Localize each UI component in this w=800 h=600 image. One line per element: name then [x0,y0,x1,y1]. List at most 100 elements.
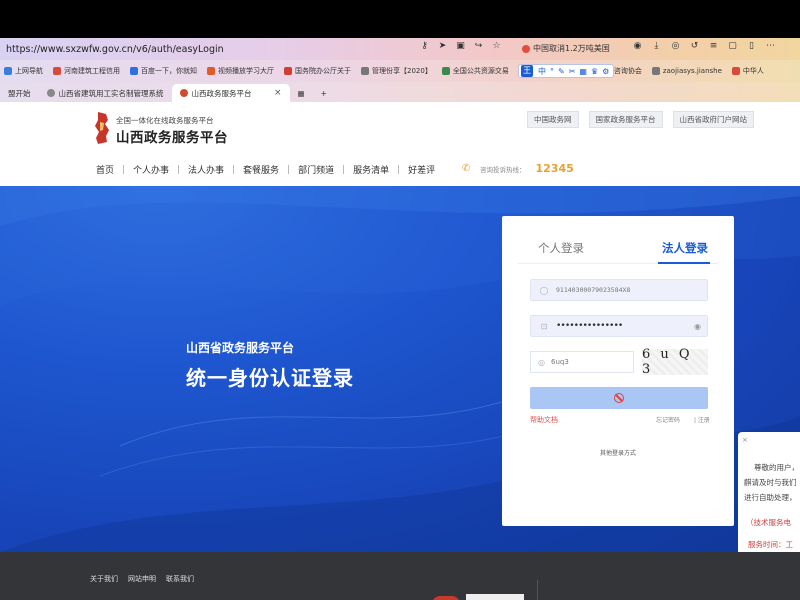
gov-seal-icon[interactable] [432,596,460,600]
ime-settings-icon[interactable]: ⚙ [602,67,609,76]
nav-packages[interactable]: 套餐服务 [243,163,279,176]
link-china-gov[interactable]: 中国政务网 [527,111,579,128]
ime-lang-toggle[interactable]: 中 [538,66,546,77]
login-card: 个人登录 法人登录 ◯ 91140300079023584X8 ⊡ ••••••… [502,216,734,526]
bookmark-label: 管理份享【2020】 [372,67,432,75]
profile-icon[interactable]: ◎ [670,41,681,52]
bookmark-item[interactable]: 国务院办公厅关于 [284,66,351,76]
tab-corporate-login[interactable]: 法人登录 [662,240,708,256]
ime-keyboard-icon[interactable]: ▦ [579,67,587,76]
tab-construction-system[interactable]: 山西省建筑用工实名制管理系统 [39,84,172,102]
globe-icon [46,89,55,97]
screenshot-icon[interactable]: ▣ [456,41,465,51]
nav-divider [288,165,290,174]
main-nav: 首页 个人办事 法人办事 套餐服务 部门频道 服务清单 好差评 [96,163,435,176]
site-subtitle: 全国一体化在线政务服务平台 [116,116,214,125]
window-icon[interactable]: ▢ [727,41,738,52]
bookmark-item[interactable]: 全国公共资源交易 [441,66,509,76]
link-national-platform[interactable]: 国家政务服务平台 [588,111,663,128]
bookmark-item[interactable]: 上网导航 [4,66,43,76]
captcha-input[interactable]: ◎ 6uq3 [530,351,634,373]
menu-icon[interactable]: ≡ [708,41,719,52]
nav-feedback[interactable]: 好差评 [408,163,435,176]
bookmark-item[interactable]: 中华人 [731,66,764,76]
bookmark-item[interactable]: 视频播放学习大厅 [207,66,274,76]
help-doc-link[interactable]: 帮助文档 [530,415,558,425]
login-button[interactable] [530,387,708,409]
tab-group-icon[interactable]: ▦ [290,84,313,102]
phone-icon[interactable]: ▯ [746,41,757,52]
hotline: ✆ 咨询投诉热线： 12345 [462,162,574,175]
key-icon[interactable]: ⚷ [420,41,429,51]
tab-label: 盟开始 [8,88,31,98]
ime-toolbar[interactable]: 王 中 ° ✎ ✂ ▦ ♛ ⚙ [518,64,615,78]
notice-line: 进行自助处理， [744,493,797,502]
password-field[interactable]: ⊡ ••••••••••••••• ◉ [530,315,708,337]
screen-top-bar [0,0,800,38]
footer-links: 关于我们 网站申明 联系我们 [90,574,194,584]
news-text[interactable]: 中国取消1.2万吨美国 [533,44,610,53]
link-shanxi-portal[interactable]: 山西省政府门户网站 [672,111,754,128]
share-icon[interactable]: ➤ [438,41,447,51]
extension-icon[interactable]: ◉ [632,41,643,52]
account-value: 91140300079023584X8 [556,286,631,294]
footer-link-contact[interactable]: 联系我们 [166,574,194,584]
ime-punct-toggle[interactable]: ° [550,67,554,76]
more-icon[interactable]: ⋯ [765,41,776,52]
password-value: ••••••••••••••• [556,321,623,331]
account-field[interactable]: ◯ 91140300079023584X8 [530,279,708,301]
close-icon[interactable]: × [274,88,282,98]
bookmark-favicon-icon [284,67,292,75]
bookmark-item[interactable]: 百度一下，你就知 [130,66,197,76]
bookmark-label: zaojiasys.jianshe [662,67,722,75]
new-tab-button[interactable]: + [313,84,335,102]
ime-pen-icon[interactable]: ✎ [558,67,565,76]
nav-personal[interactable]: 个人办事 [133,163,169,176]
download-icon[interactable]: ⤓ [651,41,662,52]
star-icon[interactable]: ☆ [492,41,501,51]
notice-line: 麒请及时与我们 [744,478,797,487]
tab-personal-login[interactable]: 个人登录 [538,240,584,256]
history-icon[interactable]: ↺ [689,41,700,52]
address-bar[interactable]: https://www.sxzwfw.gov.cn/v6/auth/easyLo… [0,38,800,60]
nav-divider [123,165,125,174]
login-tabs: 个人登录 法人登录 [518,234,718,264]
bookmark-label: 河南建筑工程信用 [64,67,120,75]
nav-divider [398,165,400,174]
captcha-image[interactable]: 6 u Q 3 [642,347,708,377]
forward-icon[interactable]: ↪ [474,41,483,51]
eye-icon[interactable]: ◉ [694,322,701,331]
nav-service-list[interactable]: 服务清单 [353,163,389,176]
news-ticker[interactable]: 中国取消1.2万吨美国 [522,43,610,54]
hero-title: 统一身份认证登录 [186,366,354,390]
shield-icon: ◎ [538,357,545,367]
url-text[interactable]: https://www.sxzwfw.gov.cn/v6/auth/easyLo… [0,44,224,55]
shanxi-logo-icon[interactable] [92,112,112,144]
bookmark-label: 视频播放学习大厅 [218,67,274,75]
bookmark-favicon-icon [4,67,12,75]
register-link[interactable]: | 注册 [694,415,710,424]
ime-scissors-icon[interactable]: ✂ [569,67,576,76]
bookmark-item[interactable]: 河南建筑工程信用 [53,66,120,76]
footer-link-about[interactable]: 关于我们 [90,574,118,584]
bookmark-item[interactable]: zaojiasys.jianshe [651,67,722,75]
hero-subtitle: 山西省政务服务平台 [186,341,295,355]
forgot-password-link[interactable]: 忘记密码 [656,415,680,424]
other-login-methods[interactable]: 其他登录方式 [502,448,734,457]
tab-label: 山西政务服务平台 [191,88,252,98]
footer-badge-image[interactable] [466,594,524,600]
ime-skin-icon[interactable]: ♛ [591,67,598,76]
tab-start[interactable]: 盟开始 [0,84,39,102]
nav-corporate[interactable]: 法人办事 [188,163,224,176]
footer-link-statement[interactable]: 网站申明 [128,574,156,584]
nav-home[interactable]: 首页 [96,163,114,176]
close-icon[interactable]: × [742,436,748,444]
top-links: 中国政务网 国家政务服务平台 山西省政府门户网站 [527,111,754,128]
bookmark-label: 全国公共资源交易 [452,67,509,75]
bookmark-favicon-icon [731,67,740,75]
site-title[interactable]: 山西政务服务平台 [116,126,228,146]
nav-departments[interactable]: 部门频道 [298,163,334,176]
bookmark-item[interactable]: 管理份享【2020】 [361,66,432,76]
tab-active-portal[interactable]: 山西政务服务平台 × [171,84,290,102]
ime-badge[interactable]: 王 [521,65,533,77]
